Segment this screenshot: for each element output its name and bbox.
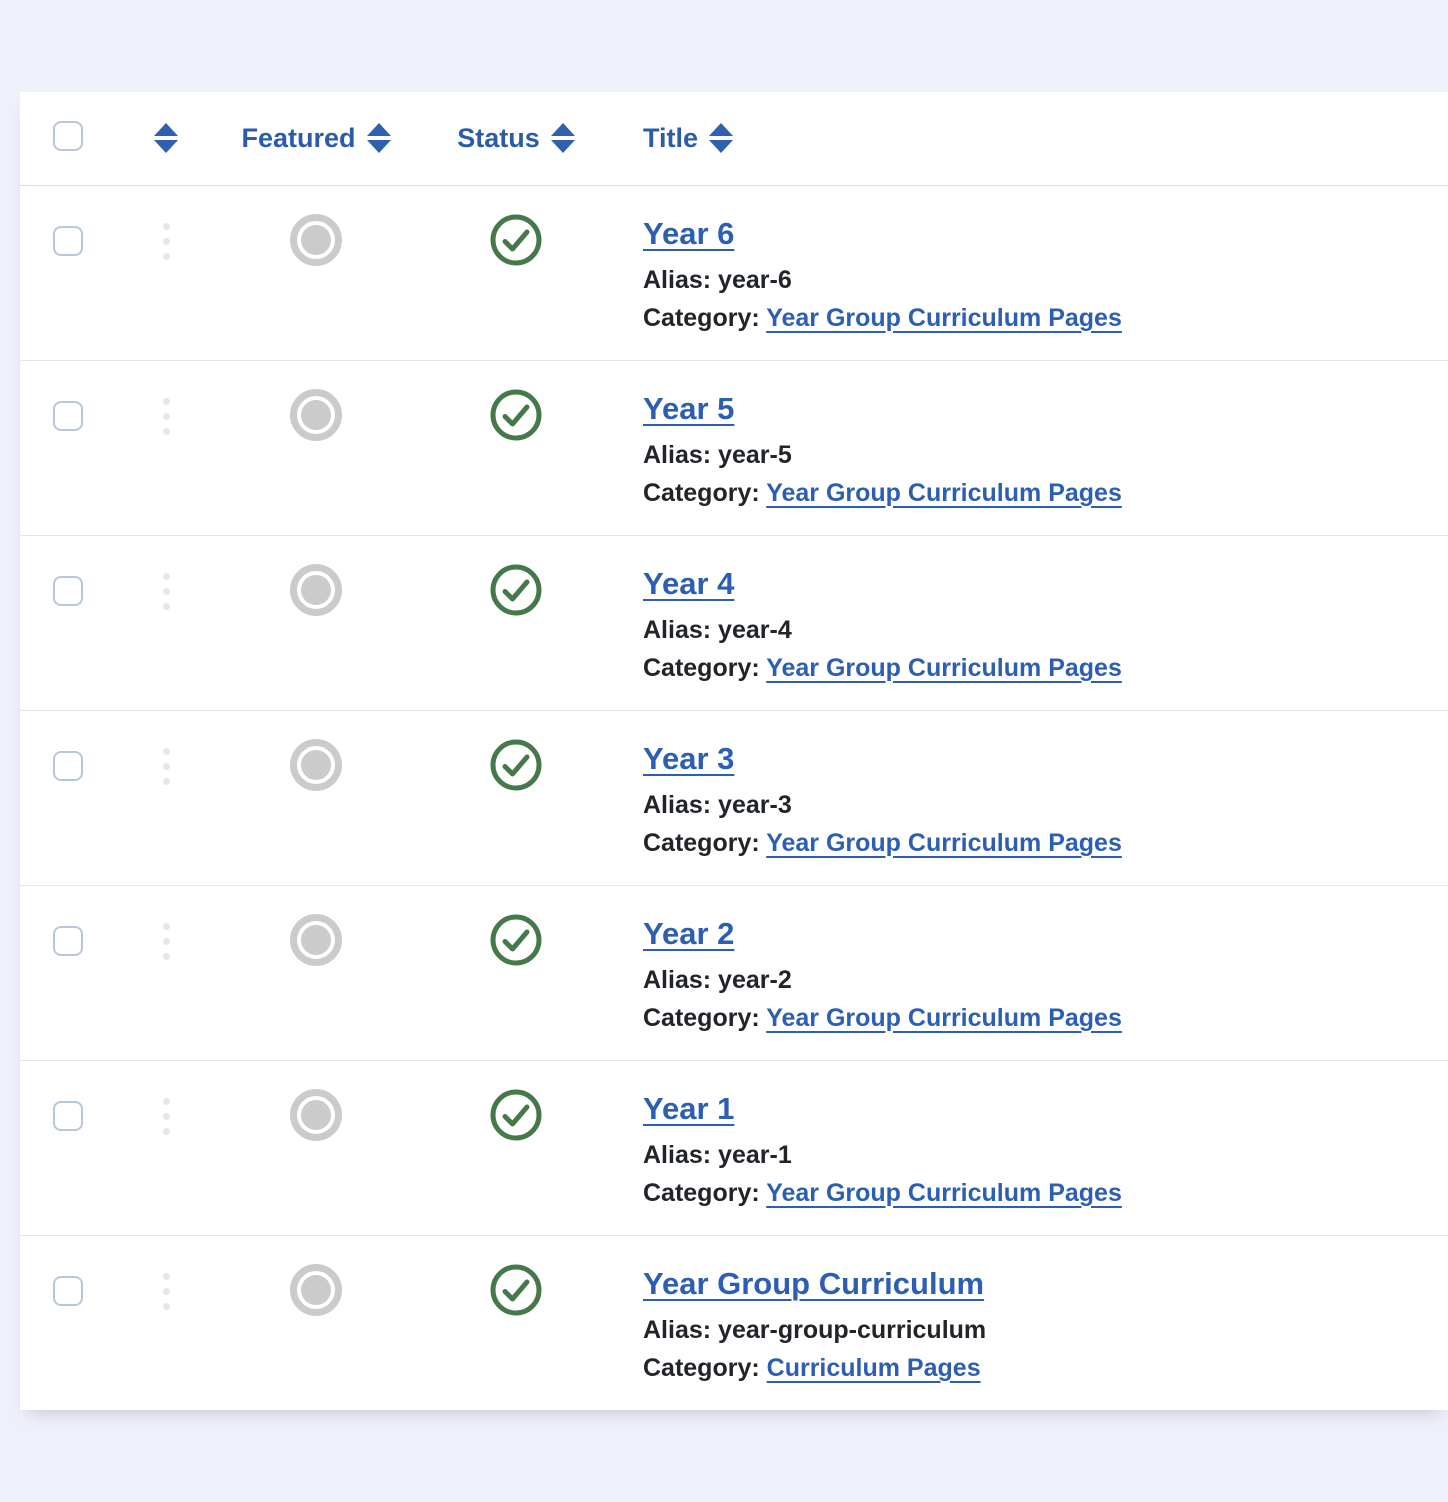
featured-off-dot [301,575,331,605]
table-row: Year 1 Alias: year-1 Category: Year Grou… [20,1060,1448,1235]
alias-value: year-3 [718,791,792,819]
sort-icon [367,123,391,153]
featured-toggle-icon[interactable] [290,564,342,616]
category-link[interactable]: Year Group Curriculum Pages [766,479,1122,507]
category-link[interactable]: Year Group Curriculum Pages [766,829,1122,857]
article-title-link[interactable]: Year 2 [643,912,734,956]
sort-icon [154,123,178,153]
title-sort-button[interactable]: Title [643,123,733,153]
row-select-checkbox[interactable] [53,401,83,431]
featured-off-dot [301,1275,331,1305]
table-row: Year 3 Alias: year-3 Category: Year Grou… [20,710,1448,885]
drag-handle-icon[interactable] [163,748,170,785]
alias-label: Alias: [643,1316,711,1344]
drag-handle-icon[interactable] [163,1273,170,1310]
table-row: Year 4 Alias: year-4 Category: Year Grou… [20,535,1448,710]
featured-off-dot [301,925,331,955]
alias-value: year-5 [718,441,792,469]
status-published-icon[interactable] [490,389,542,441]
featured-toggle-icon[interactable] [290,389,342,441]
sort-icon [551,123,575,153]
status-sort-button[interactable]: Status [457,123,575,153]
category-link[interactable]: Year Group Curriculum Pages [766,1179,1122,1207]
article-title-link[interactable]: Year 3 [643,737,734,781]
articles-table-panel: Featured Status Title [20,92,1448,1410]
header-cell-select [20,92,116,185]
status-column-label: Status [457,125,540,152]
status-published-icon[interactable] [490,564,542,616]
category-label: Category: [643,1354,760,1382]
alias-value: year-6 [718,266,792,294]
table-row: Year Group Curriculum Alias: year-group-… [20,1235,1448,1410]
featured-off-dot [301,1100,331,1130]
featured-off-dot [301,750,331,780]
category-label: Category: [643,829,760,857]
category-label: Category: [643,304,760,332]
row-select-checkbox[interactable] [53,576,83,606]
table-row: Year 6 Alias: year-6 Category: Year Grou… [20,185,1448,360]
featured-toggle-icon[interactable] [290,914,342,966]
table-row: Year 5 Alias: year-5 Category: Year Grou… [20,360,1448,535]
featured-sort-button[interactable]: Featured [241,123,390,153]
category-label: Category: [643,479,760,507]
title-column-label: Title [643,125,698,152]
drag-handle-icon[interactable] [163,223,170,260]
status-published-icon[interactable] [490,739,542,791]
row-select-checkbox[interactable] [53,751,83,781]
articles-table: Featured Status Title [20,92,1448,1410]
alias-value: year-group-curriculum [718,1316,986,1344]
drag-handle-icon[interactable] [163,398,170,435]
featured-toggle-icon[interactable] [290,739,342,791]
sort-icon [709,123,733,153]
select-all-checkbox[interactable] [53,121,83,151]
drag-handle-icon[interactable] [163,923,170,960]
alias-label: Alias: [643,966,711,994]
alias-value: year-4 [718,616,792,644]
row-select-checkbox[interactable] [53,1101,83,1131]
alias-label: Alias: [643,1141,711,1169]
header-cell-status: Status [416,92,616,185]
category-link[interactable]: Year Group Curriculum Pages [766,654,1122,682]
status-published-icon[interactable] [490,1089,542,1141]
status-published-icon[interactable] [490,1264,542,1316]
ordering-sort-button[interactable] [154,123,178,153]
category-label: Category: [643,1004,760,1032]
table-header-row: Featured Status Title [20,92,1448,185]
alias-label: Alias: [643,791,711,819]
row-select-checkbox[interactable] [53,1276,83,1306]
featured-toggle-icon[interactable] [290,1089,342,1141]
status-published-icon[interactable] [490,214,542,266]
article-title-link[interactable]: Year 1 [643,1087,734,1131]
category-link[interactable]: Year Group Curriculum Pages [766,304,1122,332]
header-cell-featured: Featured [216,92,416,185]
table-row: Year 2 Alias: year-2 Category: Year Grou… [20,885,1448,1060]
alias-value: year-2 [718,966,792,994]
category-link[interactable]: Curriculum Pages [767,1354,981,1382]
featured-off-dot [301,225,331,255]
category-link[interactable]: Year Group Curriculum Pages [766,1004,1122,1032]
featured-toggle-icon[interactable] [290,214,342,266]
alias-label: Alias: [643,441,711,469]
row-select-checkbox[interactable] [53,926,83,956]
featured-column-label: Featured [241,125,355,152]
row-select-checkbox[interactable] [53,226,83,256]
category-label: Category: [643,654,760,682]
featured-off-dot [301,400,331,430]
article-title-link[interactable]: Year 6 [643,212,734,256]
article-title-link[interactable]: Year Group Curriculum [643,1262,984,1306]
alias-label: Alias: [643,616,711,644]
article-title-link[interactable]: Year 5 [643,387,734,431]
featured-toggle-icon[interactable] [290,1264,342,1316]
header-cell-title: Title [616,92,1448,185]
alias-label: Alias: [643,266,711,294]
article-title-link[interactable]: Year 4 [643,562,734,606]
category-label: Category: [643,1179,760,1207]
status-published-icon[interactable] [490,914,542,966]
alias-value: year-1 [718,1141,792,1169]
header-cell-ordering [116,92,216,185]
drag-handle-icon[interactable] [163,573,170,610]
drag-handle-icon[interactable] [163,1098,170,1135]
